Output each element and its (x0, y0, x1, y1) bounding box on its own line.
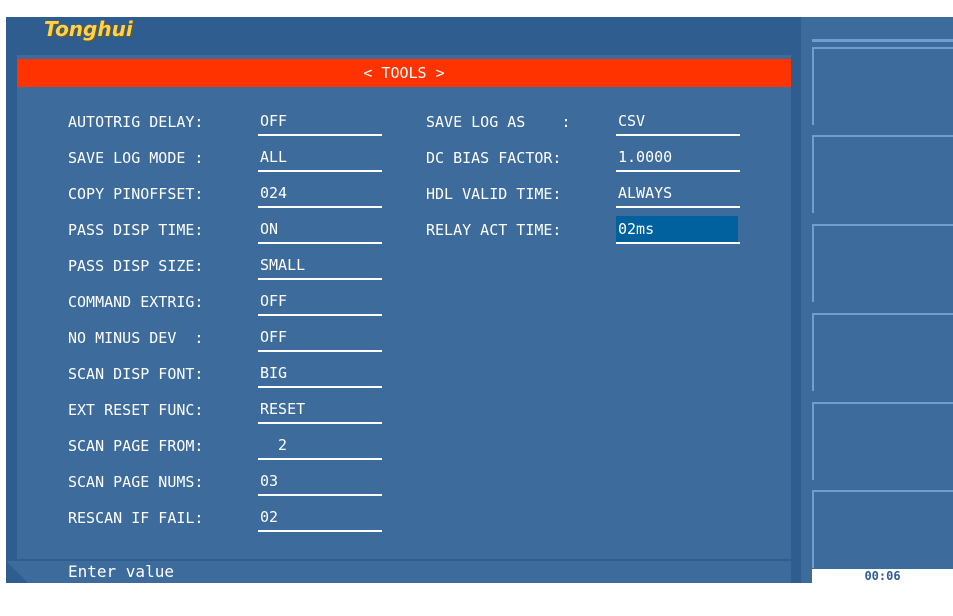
setting-label: SCAN PAGE FROM: (68, 437, 204, 455)
softkey-6[interactable] (812, 490, 953, 568)
setting-label: AUTOTRIG DELAY: (68, 113, 204, 131)
value-underline (258, 530, 382, 532)
page-title: < TOOLS > (17, 59, 791, 87)
value-underline (616, 242, 740, 244)
value-underline (258, 422, 382, 424)
setting-value-command-extrig[interactable]: OFF (258, 288, 382, 314)
setting-value-copy-pinoffset[interactable]: 024 (258, 180, 382, 206)
setting-value-scan-page-from[interactable]: 2 (258, 432, 382, 458)
value-underline (258, 278, 382, 280)
setting-value-scan-page-nums[interactable]: 03 (258, 468, 382, 494)
setting-row-ext-reset-func: EXT RESET FUNC: RESET (68, 396, 382, 424)
setting-row-hdl-valid-time: HDL VALID TIME: ALWAYS (426, 180, 740, 208)
setting-row-relay-act-time: RELAY ACT TIME: 02ms (426, 216, 740, 244)
setting-row-command-extrig: COMMAND EXTRIG: OFF (68, 288, 382, 316)
status-message: Enter value (68, 562, 174, 581)
setting-value-ext-reset-func[interactable]: RESET (258, 396, 382, 422)
setting-value-hdl-valid-time[interactable]: ALWAYS (616, 180, 738, 206)
setting-label: SCAN DISP FONT: (68, 365, 204, 383)
setting-row-dc-bias-factor: DC BIAS FACTOR: 1.0000 (426, 144, 740, 172)
softkey-3[interactable] (812, 224, 953, 302)
setting-row-copy-pinoffset: COPY PINOFFSET: 024 (68, 180, 382, 208)
value-underline (258, 458, 382, 460)
setting-label: HDL VALID TIME: (426, 185, 562, 203)
softkey-4[interactable] (812, 313, 953, 391)
softkey-2[interactable] (812, 135, 953, 213)
value-underline (616, 206, 740, 208)
softkey-1[interactable] (812, 47, 953, 125)
clock-readout: 00:06 (812, 569, 953, 583)
setting-row-pass-disp-size: PASS DISP SIZE: SMALL (68, 252, 382, 280)
setting-label: COMMAND EXTRIG: (68, 293, 204, 311)
setting-value-relay-act-time[interactable]: 02ms (616, 216, 738, 242)
value-underline (258, 134, 382, 136)
status-bar-corner (6, 561, 28, 583)
setting-row-save-log-as: SAVE LOG AS : CSV (426, 108, 740, 136)
setting-row-scan-disp-font: SCAN DISP FONT: BIG (68, 360, 382, 388)
softkey-top-strip (812, 39, 953, 42)
setting-value-save-log-mode[interactable]: ALL (258, 144, 382, 170)
softkey-5[interactable] (812, 402, 953, 480)
setting-value-scan-disp-font[interactable]: BIG (258, 360, 382, 386)
setting-label: SAVE LOG MODE : (68, 149, 204, 167)
setting-label: PASS DISP SIZE: (68, 257, 204, 275)
setting-label: DC BIAS FACTOR: (426, 149, 562, 167)
value-underline (258, 242, 382, 244)
setting-label: NO MINUS DEV : (68, 329, 204, 347)
setting-row-scan-page-from: SCAN PAGE FROM: 2 (68, 432, 382, 460)
value-underline (258, 494, 382, 496)
setting-label: RESCAN IF FAIL: (68, 509, 204, 527)
setting-value-save-log-as[interactable]: CSV (616, 108, 738, 134)
setting-label: PASS DISP TIME: (68, 221, 204, 239)
value-underline (258, 350, 382, 352)
setting-row-rescan-if-fail: RESCAN IF FAIL: 02 (68, 504, 382, 532)
brand-logo: Tonghui (44, 17, 133, 41)
value-underline (616, 170, 740, 172)
setting-value-autotrig-delay[interactable]: OFF (258, 108, 382, 134)
setting-value-no-minus-dev[interactable]: OFF (258, 324, 382, 350)
setting-value-rescan-if-fail[interactable]: 02 (258, 504, 382, 530)
value-underline (258, 314, 382, 316)
setting-row-autotrig-delay: AUTOTRIG DELAY: OFF (68, 108, 382, 136)
value-underline (258, 206, 382, 208)
setting-row-scan-page-nums: SCAN PAGE NUMS: 03 (68, 468, 382, 496)
setting-value-dc-bias-factor[interactable]: 1.0000 (616, 144, 738, 170)
setting-value-pass-disp-size[interactable]: SMALL (258, 252, 382, 278)
setting-label: COPY PINOFFSET: (68, 185, 204, 203)
setting-row-save-log-mode: SAVE LOG MODE : ALL (68, 144, 382, 172)
setting-label: SAVE LOG AS : (426, 113, 571, 131)
value-underline (258, 386, 382, 388)
setting-label: SCAN PAGE NUMS: (68, 473, 204, 491)
value-underline (616, 134, 740, 136)
setting-row-pass-disp-time: PASS DISP TIME: ON (68, 216, 382, 244)
value-underline (258, 170, 382, 172)
setting-label: RELAY ACT TIME: (426, 221, 562, 239)
setting-row-no-minus-dev: NO MINUS DEV : OFF (68, 324, 382, 352)
setting-label: EXT RESET FUNC: (68, 401, 204, 419)
setting-value-pass-disp-time[interactable]: ON (258, 216, 382, 242)
